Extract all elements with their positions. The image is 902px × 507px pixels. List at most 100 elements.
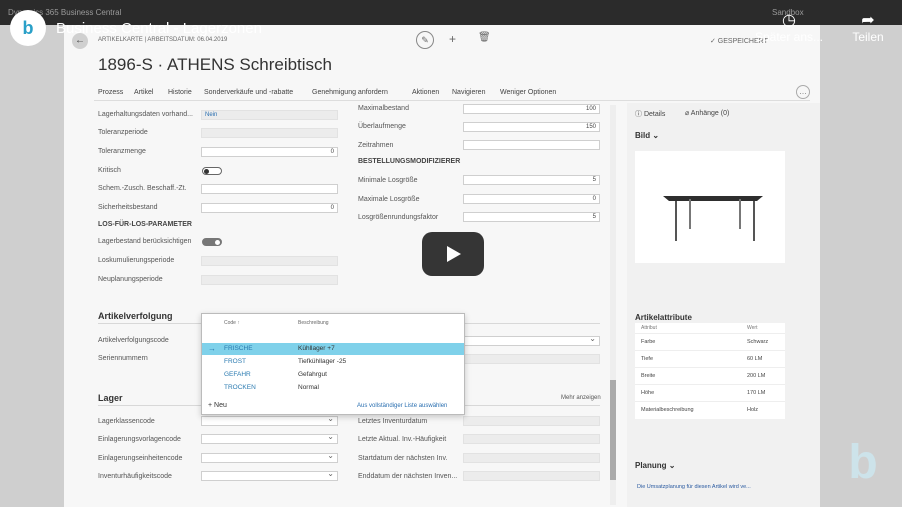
toleranzmenge-field[interactable]: 0 [201,147,338,157]
startdatum-label: Startdatum der nächsten Inv. [358,455,448,462]
kritisch-toggle[interactable] [202,167,222,175]
menu-prozess[interactable]: Prozess [98,89,123,96]
maximale-field[interactable]: 0 [463,194,600,204]
mehr-anzeigen-link[interactable]: Mehr anzeigen [561,395,601,401]
video-title[interactable]: Business Central - Lagerzonen [56,20,262,37]
share-icon: ➦ [861,12,875,29]
delete-icon[interactable]: 🗑 [478,32,491,43]
menu-weniger-optionen[interactable]: Weniger Optionen [500,89,556,96]
list-item[interactable]: TROCKEN Normal [202,382,464,394]
letzte-aktual-label: Letzte Aktual. Inv.-Häufigkeit [358,436,447,443]
einlagerungseinheit-field[interactable] [201,452,338,463]
new-button[interactable]: + Neu [208,402,227,409]
play-icon [447,246,461,262]
play-button[interactable] [422,232,484,276]
loskumulierung-field[interactable] [201,256,338,266]
minimale-field[interactable]: 5 [463,175,600,185]
attribute-table: Attribut Wert Farbe Schwarz Tiefe 60 LM Br… [635,323,785,419]
menu-genehmigung[interactable]: Genehmigung anfordern [312,89,388,96]
seriennummern-field[interactable] [463,354,600,364]
kritisch-label: Kritisch [98,167,121,174]
select-from-full-list-link[interactable]: Aus vollständiger Liste auswählen [357,403,447,409]
rundung-field[interactable]: 5 [463,212,600,222]
selected-arrow-icon: → [208,344,216,353]
artikelverfolgung-title: Artikelverfolgung [98,311,173,321]
tab-details-label: Details [643,111,666,118]
einlagerungseinheit-label: Einlagerungseinheitencode [98,455,183,462]
tab-anhaenge[interactable]: ⌀ Anhänge (0) [685,109,729,117]
chat-icon[interactable]: … [796,85,810,99]
table-row[interactable]: Materialbeschreibung Holz [635,401,785,418]
table-row[interactable]: Tiefe 60 LM [635,350,785,367]
attr-name: Materialbeschreibung [641,407,694,413]
loskumulierung-label: Loskumulierungsperiode [98,257,175,264]
rundung-label: Losgrößenrundungsfaktor [358,214,439,221]
item-picture [635,151,785,263]
lagerhaltungsdaten-field[interactable]: Nein [201,110,338,120]
artikelverfolgungscode-field[interactable] [463,335,600,346]
attr-value: 60 LM [747,356,763,362]
lagerbestand-toggle[interactable] [202,238,222,246]
list-item-description: Normal [298,384,319,391]
table-row[interactable]: Höhe 170 LM [635,384,785,401]
letzte-aktual-field[interactable] [463,434,600,444]
menu-artikel[interactable]: Artikel [134,89,153,96]
desk-image [663,196,763,241]
list-item-description: Gefahrgut [298,371,327,378]
lagerklassencode-field[interactable] [201,415,338,426]
minimale-label: Minimale Losgröße [358,177,418,184]
letztes-inventurdatum-field[interactable] [463,416,600,426]
lagerbestand-label: Lagerbestand berücksichtigen [98,238,192,245]
artikelattribute-title: Artikelattribute [635,313,692,322]
toleranzperiode-field[interactable] [201,128,338,138]
list-item[interactable]: GEFAHR Gefahrgut [202,369,464,381]
ueberlauf-field[interactable]: 150 [463,122,600,132]
table-row[interactable]: Breite 200 LM [635,367,785,384]
menu-navigieren[interactable]: Navigieren [452,89,485,96]
attr-col-header: Wert [747,325,758,331]
zeitrahmen-label: Zeitrahmen [358,142,394,149]
inventurhaeufigkeit-field[interactable] [201,470,338,481]
planung-link[interactable]: Die Umsatzplanung für diesen Artikel wir… [637,484,751,490]
left-backdrop [0,25,64,507]
bild-header[interactable]: Bild ⌄ [635,131,659,140]
attr-col-header: Attribut [641,325,657,331]
list-item[interactable]: → FRISCHE Kühllager +7 [202,343,464,355]
tab-details[interactable]: ⓘ Details [635,109,665,119]
action-menu: Prozess Artikel Historie Sonderverkäufe … [94,85,810,101]
list-item-code[interactable]: TROCKEN [224,384,256,391]
neuplanung-field[interactable] [201,275,338,285]
enddatum-field[interactable] [463,471,600,481]
attr-name: Breite [641,373,656,379]
menu-aktionen[interactable]: Aktionen [412,89,439,96]
maximalbestand-label: Maximalbestand [358,105,409,112]
attr-value: Holz [747,407,759,413]
watch-later-button[interactable]: ◷ Später ans... [754,10,824,44]
sicherheitsbestand-field[interactable]: 0 [201,203,338,213]
attr-name: Farbe [641,339,656,345]
scrollbar[interactable] [610,105,616,505]
einlagerungsvorlage-field[interactable] [201,433,338,444]
add-icon[interactable]: + [449,32,456,46]
channel-logo[interactable]: b [10,10,46,46]
column-code-header[interactable]: Code ↑ [224,320,240,326]
startdatum-field[interactable] [463,453,600,463]
menu-sonderverkaeufe[interactable]: Sonderverkäufe und -rabatte [204,89,293,96]
share-button[interactable]: ➦ Teilen [846,10,890,44]
channel-logo-letter: b [22,17,34,38]
list-item-code[interactable]: FROST [224,358,246,365]
menu-historie[interactable]: Historie [168,89,192,96]
artikelverfolgungscode-label: Artikelverfolgungscode [98,337,169,344]
planung-header[interactable]: Planung ⌄ [635,461,676,470]
edit-icon[interactable]: ✎ [416,31,434,49]
attr-value: 170 LM [747,390,766,396]
table-row[interactable]: Farbe Schwarz [635,333,785,350]
attr-name: Tiefe [641,356,654,362]
zeitrahmen-field[interactable] [463,140,600,150]
list-item-code[interactable]: FRISCHE [224,345,253,352]
list-item[interactable]: FROST Tiefkühllager -25 [202,356,464,368]
einlagerungsvorlage-label: Einlagerungsvorlagencode [98,436,181,443]
maximalbestand-field[interactable]: 100 [463,104,600,114]
list-item-code[interactable]: GEFAHR [224,371,251,378]
schem-field[interactable] [201,184,338,194]
